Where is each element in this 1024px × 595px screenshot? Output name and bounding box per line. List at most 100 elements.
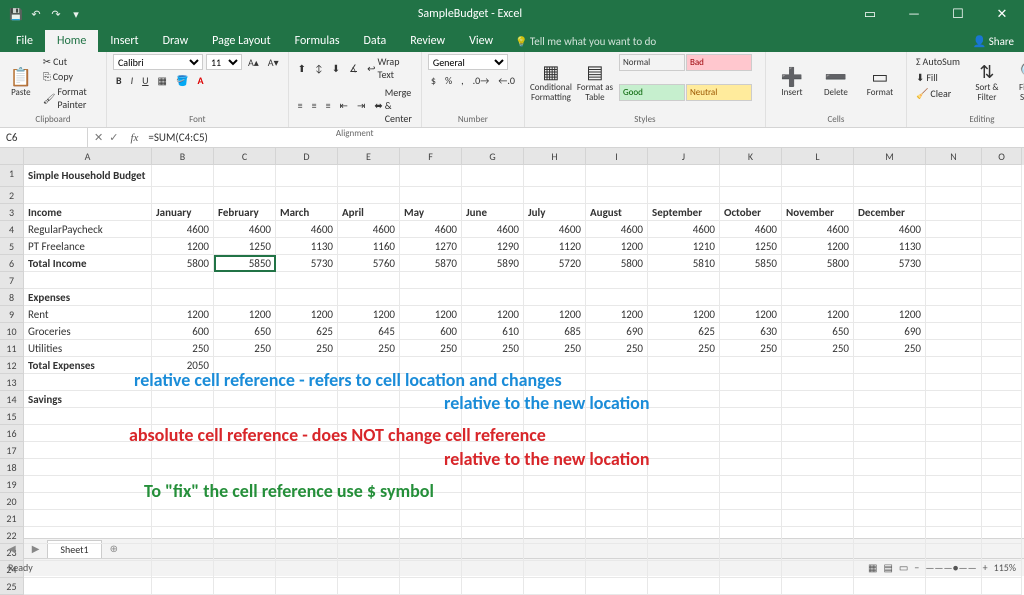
cell[interactable] xyxy=(24,187,152,204)
cell[interactable]: 1200 xyxy=(782,238,854,255)
cell[interactable] xyxy=(214,391,276,408)
cell[interactable] xyxy=(982,357,1022,374)
cell[interactable] xyxy=(24,408,152,425)
fill-button[interactable]: ⬇ Fill xyxy=(913,70,963,85)
cell[interactable] xyxy=(462,357,524,374)
cell[interactable] xyxy=(152,289,214,306)
align-mid-icon[interactable]: ↕ xyxy=(312,61,326,76)
cell[interactable] xyxy=(524,374,586,391)
fill-color-button[interactable]: 🪣 xyxy=(173,73,191,88)
undo-icon[interactable]: ↶ xyxy=(28,8,44,21)
cell[interactable]: 250 xyxy=(338,340,400,357)
col-header-G[interactable]: G xyxy=(462,148,524,165)
cell[interactable] xyxy=(648,459,720,476)
row-header-16[interactable]: 16 xyxy=(0,425,24,442)
cell[interactable] xyxy=(926,442,982,459)
cell[interactable] xyxy=(720,561,782,578)
tab-formulas[interactable]: Formulas xyxy=(283,30,352,52)
cell[interactable] xyxy=(720,357,782,374)
cell[interactable]: RegularPaycheck xyxy=(24,221,152,238)
row-header-1[interactable]: 1 xyxy=(0,165,24,187)
tab-review[interactable]: Review xyxy=(398,30,457,52)
cell[interactable] xyxy=(586,578,648,595)
enter-formula-icon[interactable]: ✓ xyxy=(109,131,118,144)
cell[interactable] xyxy=(720,476,782,493)
cell[interactable] xyxy=(782,561,854,578)
cell[interactable] xyxy=(854,544,926,561)
cell[interactable] xyxy=(214,272,276,289)
cell[interactable] xyxy=(720,442,782,459)
cell[interactable]: September xyxy=(648,204,720,221)
inc-dec-icon[interactable]: .0→ xyxy=(470,73,493,88)
cell[interactable] xyxy=(152,408,214,425)
cell[interactable] xyxy=(24,442,152,459)
cell[interactable] xyxy=(524,459,586,476)
cell[interactable] xyxy=(648,165,720,187)
cell[interactable] xyxy=(926,459,982,476)
cell[interactable] xyxy=(214,425,276,442)
cell[interactable] xyxy=(338,544,400,561)
cell[interactable] xyxy=(24,544,152,561)
row-header-11[interactable]: 11 xyxy=(0,340,24,357)
italic-button[interactable]: I xyxy=(128,73,137,88)
cell[interactable] xyxy=(648,289,720,306)
insert-button[interactable]: ➕Insert xyxy=(772,54,812,110)
font-size-select[interactable]: 11 xyxy=(206,54,242,70)
cell[interactable] xyxy=(854,578,926,595)
cell[interactable] xyxy=(982,306,1022,323)
cell[interactable] xyxy=(338,578,400,595)
cell[interactable] xyxy=(782,187,854,204)
cell[interactable] xyxy=(586,425,648,442)
cells-area[interactable]: Simple Household BudgetIncomeJanuaryFebr… xyxy=(24,165,1024,595)
cell[interactable] xyxy=(926,493,982,510)
cell[interactable] xyxy=(152,374,214,391)
cell[interactable] xyxy=(400,165,462,187)
cell[interactable]: 5850 xyxy=(720,255,782,272)
cell[interactable] xyxy=(586,187,648,204)
cell[interactable] xyxy=(926,527,982,544)
cell[interactable] xyxy=(214,493,276,510)
cell[interactable] xyxy=(152,459,214,476)
cell[interactable] xyxy=(854,272,926,289)
cell[interactable] xyxy=(152,578,214,595)
align-bot-icon[interactable]: ⬇ xyxy=(329,61,343,76)
cell[interactable] xyxy=(854,187,926,204)
cell[interactable] xyxy=(720,289,782,306)
cell[interactable] xyxy=(152,476,214,493)
cell[interactable]: 650 xyxy=(214,323,276,340)
cell[interactable] xyxy=(400,544,462,561)
style-neutral[interactable]: Neutral xyxy=(686,84,752,101)
col-header-A[interactable]: A xyxy=(24,148,152,165)
autosum-button[interactable]: Σ AutoSum xyxy=(913,54,963,69)
cell[interactable] xyxy=(524,527,586,544)
cell[interactable] xyxy=(982,527,1022,544)
name-box[interactable]: C6 xyxy=(0,128,88,147)
cell[interactable] xyxy=(720,544,782,561)
cell[interactable] xyxy=(648,544,720,561)
wrap-text-button[interactable]: ↩ Wrap Text xyxy=(364,54,415,82)
cell[interactable] xyxy=(926,391,982,408)
cell[interactable] xyxy=(524,272,586,289)
cell[interactable] xyxy=(782,374,854,391)
cell[interactable]: 1200 xyxy=(276,306,338,323)
cell[interactable] xyxy=(462,578,524,595)
cell[interactable] xyxy=(400,442,462,459)
cell[interactable]: April xyxy=(338,204,400,221)
cell[interactable] xyxy=(338,425,400,442)
col-header-N[interactable]: N xyxy=(926,148,982,165)
cell[interactable]: 1200 xyxy=(854,306,926,323)
cell[interactable]: May xyxy=(400,204,462,221)
cell[interactable]: 5760 xyxy=(338,255,400,272)
close-icon[interactable]: ✕ xyxy=(980,7,1024,22)
cell[interactable] xyxy=(400,357,462,374)
cell[interactable] xyxy=(214,165,276,187)
cell[interactable] xyxy=(462,510,524,527)
cell[interactable] xyxy=(276,391,338,408)
cell[interactable] xyxy=(982,255,1022,272)
format-table-button[interactable]: ▤Format as Table xyxy=(575,54,615,110)
cell[interactable] xyxy=(276,527,338,544)
cell[interactable] xyxy=(152,165,214,187)
cell[interactable]: 250 xyxy=(854,340,926,357)
col-header-J[interactable]: J xyxy=(648,148,720,165)
cell[interactable] xyxy=(854,374,926,391)
